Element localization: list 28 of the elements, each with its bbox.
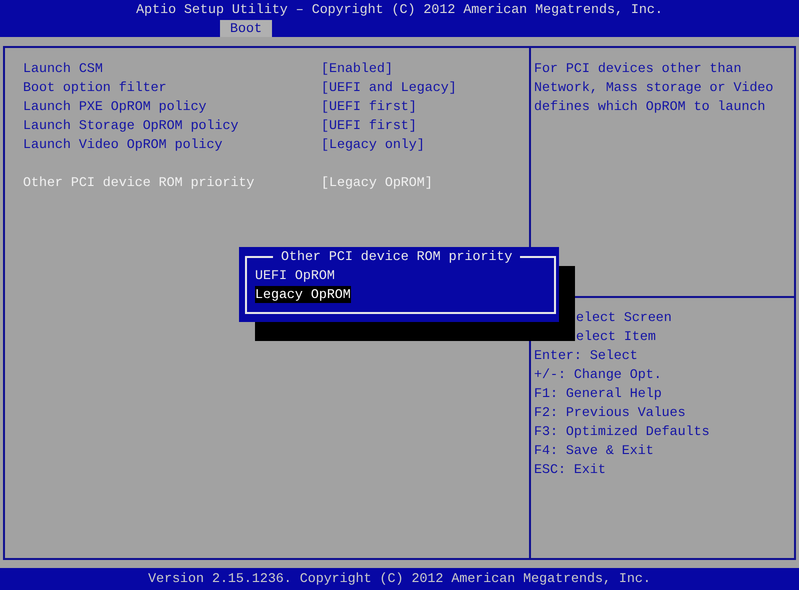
help-text: F1: General Help bbox=[534, 386, 662, 401]
help-text: +/-: Change Opt. bbox=[534, 367, 662, 382]
help-text: ESC: Exit bbox=[534, 462, 606, 477]
setting-value[interactable]: [UEFI first] bbox=[321, 97, 417, 116]
description-text: defines which OpROM to launch bbox=[534, 98, 766, 116]
help-text: elect Screen bbox=[576, 310, 672, 325]
setting-value[interactable]: [UEFI and Legacy] bbox=[321, 78, 457, 97]
setting-value[interactable]: [Legacy only] bbox=[321, 135, 425, 154]
setting-label[interactable]: Launch CSM bbox=[23, 59, 321, 78]
setting-label[interactable]: Launch Video OpROM policy bbox=[23, 135, 321, 154]
help-text: F4: Save & Exit bbox=[534, 443, 654, 458]
help-text: F2: Previous Values bbox=[534, 405, 686, 420]
help-text: Enter: Select bbox=[534, 348, 638, 363]
setting-label[interactable]: Launch PXE OpROM policy bbox=[23, 97, 321, 116]
setting-value[interactable]: [Enabled] bbox=[321, 59, 393, 78]
help-text: F3: Optimized Defaults bbox=[534, 424, 710, 439]
description-text: Network, Mass storage or Video bbox=[534, 79, 774, 97]
popup-option[interactable]: Legacy OpROM bbox=[255, 286, 351, 303]
tab[interactable]: Boot bbox=[220, 20, 272, 37]
description-text: For PCI devices other than bbox=[534, 60, 742, 78]
popup-title: Other PCI device ROM priority bbox=[273, 247, 520, 266]
setting-label[interactable]: Boot option filter bbox=[23, 78, 321, 97]
setting-label[interactable]: Launch Storage OpROM policy bbox=[23, 116, 321, 135]
setting-value[interactable]: [UEFI first] bbox=[321, 116, 417, 135]
window-title: Aptio Setup Utility – Copyright (C) 2012 American Megatrends, Inc. bbox=[135, 1, 664, 19]
help-text: elect Item bbox=[576, 329, 656, 344]
popup-option[interactable]: UEFI OpROM bbox=[255, 267, 335, 284]
footer-text: Version 2.15.1236. Copyright (C) 2012 American Megatrends, Inc. bbox=[0, 568, 799, 590]
